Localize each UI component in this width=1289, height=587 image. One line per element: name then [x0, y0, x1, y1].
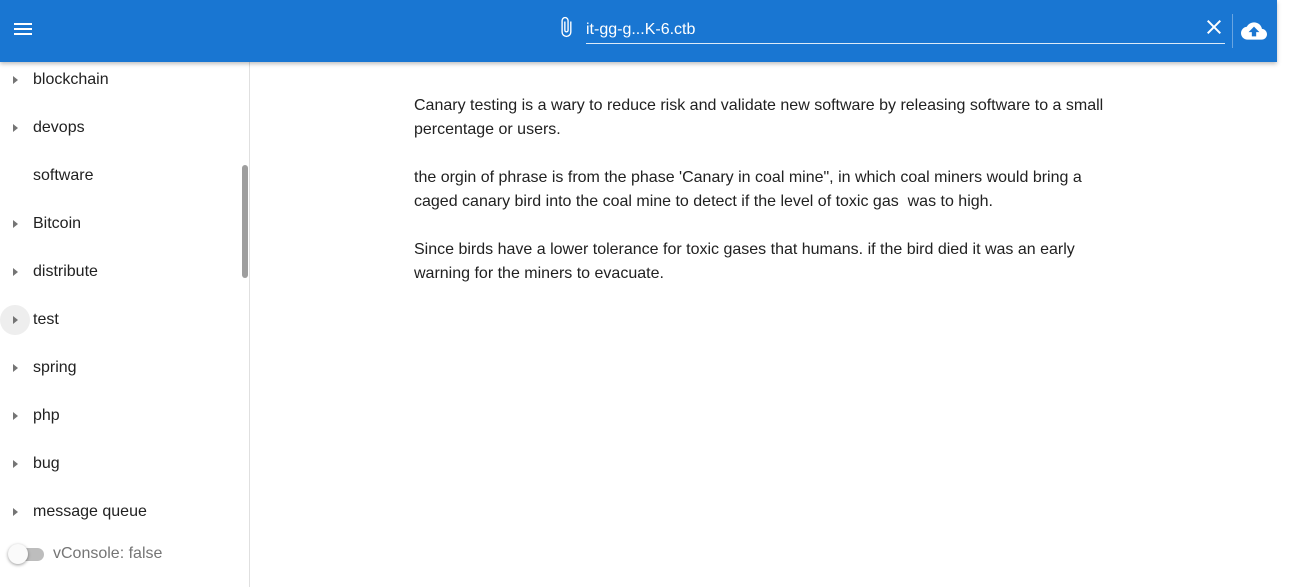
paragraph: Canary testing is a wary to reduce risk … — [414, 97, 1108, 138]
vconsole-label: vConsole: false — [53, 545, 163, 562]
caret-right-icon[interactable] — [4, 357, 26, 379]
file-name-input[interactable] — [586, 10, 1225, 44]
file-field — [551, 10, 1225, 44]
tree-item-label: devops — [33, 119, 85, 136]
tree-item-spring[interactable]: spring — [0, 344, 249, 392]
close-icon — [1207, 20, 1221, 34]
tree-item-label: software — [33, 167, 94, 184]
tree-item-label: test — [33, 311, 59, 328]
tree-item-devops[interactable]: devops — [0, 104, 249, 152]
vconsole-switch[interactable] — [8, 544, 46, 564]
tree-item-blockchain[interactable]: blockchain — [0, 62, 249, 104]
note-content[interactable]: Canary testing is a wary to reduce risk … — [414, 94, 1124, 310]
caret-right-icon[interactable] — [4, 453, 26, 475]
app-bar — [0, 0, 1277, 62]
caret-right-icon[interactable] — [4, 261, 26, 283]
caret-right-icon[interactable] — [4, 405, 26, 427]
menu-icon — [14, 23, 32, 35]
tree-item-distribute[interactable]: distribute — [0, 248, 249, 296]
caret-right-icon[interactable] — [4, 501, 26, 523]
tree-item-label: php — [33, 407, 60, 424]
tree-item-label: blockchain — [33, 71, 109, 88]
paperclip-icon — [561, 16, 572, 38]
caret-right-icon[interactable] — [4, 213, 26, 235]
upload-button[interactable] — [1232, 14, 1274, 48]
paragraph: the orgin of phrase is from the phase 'C… — [414, 169, 1087, 210]
tree-item-label: distribute — [33, 263, 98, 280]
caret-right-icon[interactable] — [4, 117, 26, 139]
caret-right-icon[interactable] — [4, 69, 26, 91]
sidebar-tree: blockchain devops software Bitcoin distr… — [0, 62, 250, 587]
menu-button[interactable] — [3, 9, 43, 49]
paragraph: Since birds have a lower tolerance for t… — [414, 241, 1080, 282]
clear-file-button[interactable] — [1202, 15, 1226, 39]
tree-item-label: Bitcoin — [33, 215, 82, 232]
tree-item-software[interactable]: software — [0, 152, 249, 200]
tree-item-php[interactable]: php — [0, 392, 249, 440]
tree-item-label: spring — [33, 359, 77, 376]
switch-thumb — [8, 544, 28, 564]
tree-item-label: message queue — [33, 503, 147, 520]
tree-item-test[interactable]: test — [0, 296, 249, 344]
sidebar-scrollbar[interactable] — [242, 165, 248, 278]
tree-item-label: bug — [33, 455, 60, 472]
tree-item-message-queue[interactable]: message queue — [0, 488, 249, 536]
tree-item-bitcoin[interactable]: Bitcoin — [0, 200, 249, 248]
caret-right-icon[interactable] — [0, 305, 30, 335]
tree-item-bug[interactable]: bug — [0, 440, 249, 488]
cloud-upload-icon — [1240, 22, 1267, 40]
vconsole-toggle-row: vConsole: false — [0, 534, 249, 574]
